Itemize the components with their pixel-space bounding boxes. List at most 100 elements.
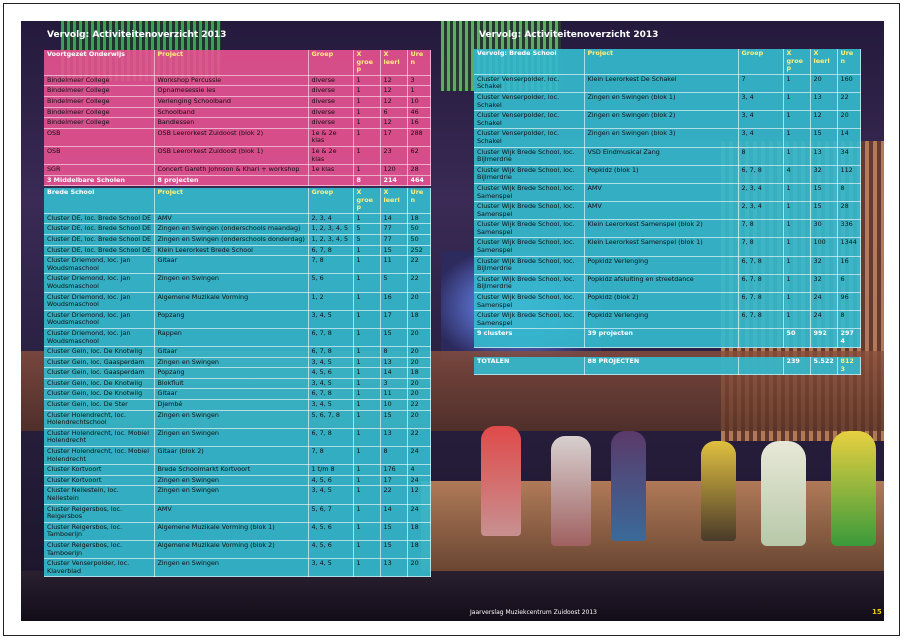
- table-row: Cluster DE, loc. Brede School DE AMV 2, 3,…: [44, 213, 431, 225]
- table-cell: 2, 3, 4: [308, 213, 354, 225]
- table-cell: 16: [380, 292, 408, 311]
- table-cell: 1: [783, 92, 811, 112]
- table-cell: 8: [353, 175, 381, 187]
- table-cell: 6, 7, 8: [308, 388, 354, 401]
- table-cell: 46: [407, 107, 431, 119]
- table-cell: Cluster Wijk Brede School, loc. Bijlmerd…: [474, 165, 585, 184]
- table-cell: 1: [783, 256, 811, 275]
- table-row: Bindelmeer College Verlenging Schoolband d…: [44, 96, 431, 108]
- table-cell: Cluster Reigersbos, loc. Reigersbos: [44, 504, 155, 523]
- table-cell: 1: [353, 292, 381, 311]
- vervolg-brede-school-table: Vervolg: Brede School Project Groep X gr…: [474, 49, 861, 348]
- table-cell: 28: [837, 201, 861, 221]
- table-cell: Zingen en Swingen: [154, 485, 309, 505]
- table-cell: Klein Leerorkest Samenspel (blok 2): [584, 219, 739, 239]
- table-cell: 14: [837, 128, 861, 148]
- table-cell: 1: [353, 410, 381, 429]
- brede-school-table: Brede School Project Groep X groep X lee…: [44, 188, 431, 578]
- table-cell: Zingen en Swingen (onderschools maandag): [154, 223, 309, 235]
- table-row: Bindelmeer College Bandlessen diverse 1 12 16: [44, 117, 431, 129]
- table-cell: 1: [783, 237, 811, 257]
- table-cell: Klein Leerorkest De Schakel: [584, 74, 739, 93]
- table-cell: 5: [353, 234, 381, 246]
- table-cell: 20: [407, 328, 431, 348]
- table-row: Cluster Venserpolder, loc. Schakel Zingen…: [474, 128, 861, 148]
- table-cell: 3, 4: [738, 128, 784, 148]
- table-cell: 1e & 2e klas: [308, 128, 354, 147]
- table-cell: 3, 4, 5: [308, 558, 354, 578]
- table-row: Cluster Gein, loc. De Knotwilg Gitaar 6, 7…: [44, 388, 431, 401]
- table-cell: 13: [380, 357, 408, 369]
- table-cell: 11: [380, 255, 408, 275]
- table-cell: Cluster DE, loc. Brede School DE: [44, 213, 155, 225]
- column-header: X leerl: [810, 49, 838, 75]
- table-cell: diverse: [308, 85, 354, 97]
- table-row: Cluster Holendrecht, loc. Holendrechtsch…: [44, 410, 431, 429]
- table-cell: 7, 8: [738, 219, 784, 239]
- table-cell: 1: [353, 328, 381, 348]
- table-cell: Cluster Gein, loc. De Knotwilg: [44, 346, 155, 358]
- table-cell: 1e klas: [308, 164, 354, 176]
- table-cell: AMV: [584, 201, 739, 221]
- table-cell: Bindelmeer College: [44, 75, 155, 87]
- table-cell: 12: [380, 75, 408, 87]
- column-header: Uren: [407, 50, 431, 76]
- table-cell: Bindelmeer College: [44, 85, 155, 97]
- table-cell: Gitaar (blok 2): [154, 446, 309, 466]
- table-row: Cluster Holendrecht, loc. Mobiel Holendr…: [44, 428, 431, 448]
- table-cell: 20: [407, 558, 431, 578]
- table-cell: 4, 5, 6: [308, 367, 354, 379]
- table-cell: 7, 8: [738, 237, 784, 257]
- table-cell: 1: [353, 388, 381, 401]
- table-cell: 1: [353, 399, 381, 411]
- table-row: Cluster Driemond, loc. Jan Woudsmaschool…: [44, 292, 431, 311]
- table-cell: 6: [837, 274, 861, 294]
- table-cell: 5, 6, 7: [308, 504, 354, 523]
- table-row: Cluster Nellestein, loc. Nellestein Zinge…: [44, 485, 431, 505]
- table-cell: 14: [380, 504, 408, 523]
- table-row: Cluster DE, loc. Brede School DE Klein Le…: [44, 245, 431, 257]
- table-row: Cluster Reigersbos, loc. Tamboerijn Algem…: [44, 540, 431, 560]
- table-row: Bindelmeer College Schoolband diverse 1 6 46: [44, 107, 431, 119]
- table-row: Cluster DE, loc. Brede School DE Zingen e…: [44, 223, 431, 235]
- table-cell: 50: [407, 223, 431, 235]
- table-cell: 1: [353, 428, 381, 448]
- table-cell: Cluster Holendrecht, loc. Holendrechtsch…: [44, 410, 155, 429]
- column-header: Groep: [308, 188, 354, 214]
- column-header: Voortgezet Onderwijs: [44, 50, 155, 76]
- table-cell: 10: [407, 96, 431, 108]
- table-cell: Verlenging Schoolband: [154, 96, 309, 108]
- table-cell: 77: [380, 234, 408, 246]
- table-cell: 77: [380, 223, 408, 235]
- page: Vervolg: Activiteitenoverzicht 2013 Verv…: [0, 0, 905, 640]
- table-cell: Cluster Wijk Brede School, loc. Samenspe…: [474, 237, 585, 257]
- table-cell: TOTALEN: [474, 357, 585, 376]
- table-cell: 1: [783, 310, 811, 330]
- table-cell: OSB Leerorkest Zuidoost (blok 2): [154, 128, 309, 147]
- table-row: Cluster Venserpolder, loc. Schakel Klein …: [474, 74, 861, 93]
- page-number: 15: [872, 608, 882, 616]
- table-cell: 24: [810, 310, 838, 330]
- table-cell: AMV: [154, 504, 309, 523]
- column-header: Uren: [837, 49, 861, 75]
- table-cell: diverse: [308, 117, 354, 129]
- table-cell: 50: [407, 234, 431, 246]
- table-cell: 1: [353, 522, 381, 541]
- table-cell: 7, 8: [308, 446, 354, 466]
- table-cell: 3: [407, 75, 431, 87]
- table-row: SGR Concert Gareth Johnson & Khari + work…: [44, 164, 431, 176]
- table-cell: 17: [380, 310, 408, 329]
- table-cell: 112: [837, 165, 861, 184]
- table-cell: 1 t/m 8: [308, 464, 354, 476]
- table-cell: 1: [783, 292, 811, 312]
- table-cell: Cluster Driemond, loc. Jan Woudsmaschool: [44, 255, 155, 275]
- table-cell: 239: [783, 357, 811, 376]
- table-cell: 15: [380, 328, 408, 348]
- table-cell: 3, 4, 5: [308, 485, 354, 505]
- table-cell: Cluster Venserpolder, loc. Schakel: [474, 110, 585, 130]
- table-cell: 18: [407, 310, 431, 329]
- table-cell: Zingen en Swingen (blok 2): [584, 110, 739, 130]
- table-cell: 1: [353, 245, 381, 257]
- table-cell: Schoolband: [154, 107, 309, 119]
- table-cell: Cluster Nellestein, loc. Nellestein: [44, 485, 155, 505]
